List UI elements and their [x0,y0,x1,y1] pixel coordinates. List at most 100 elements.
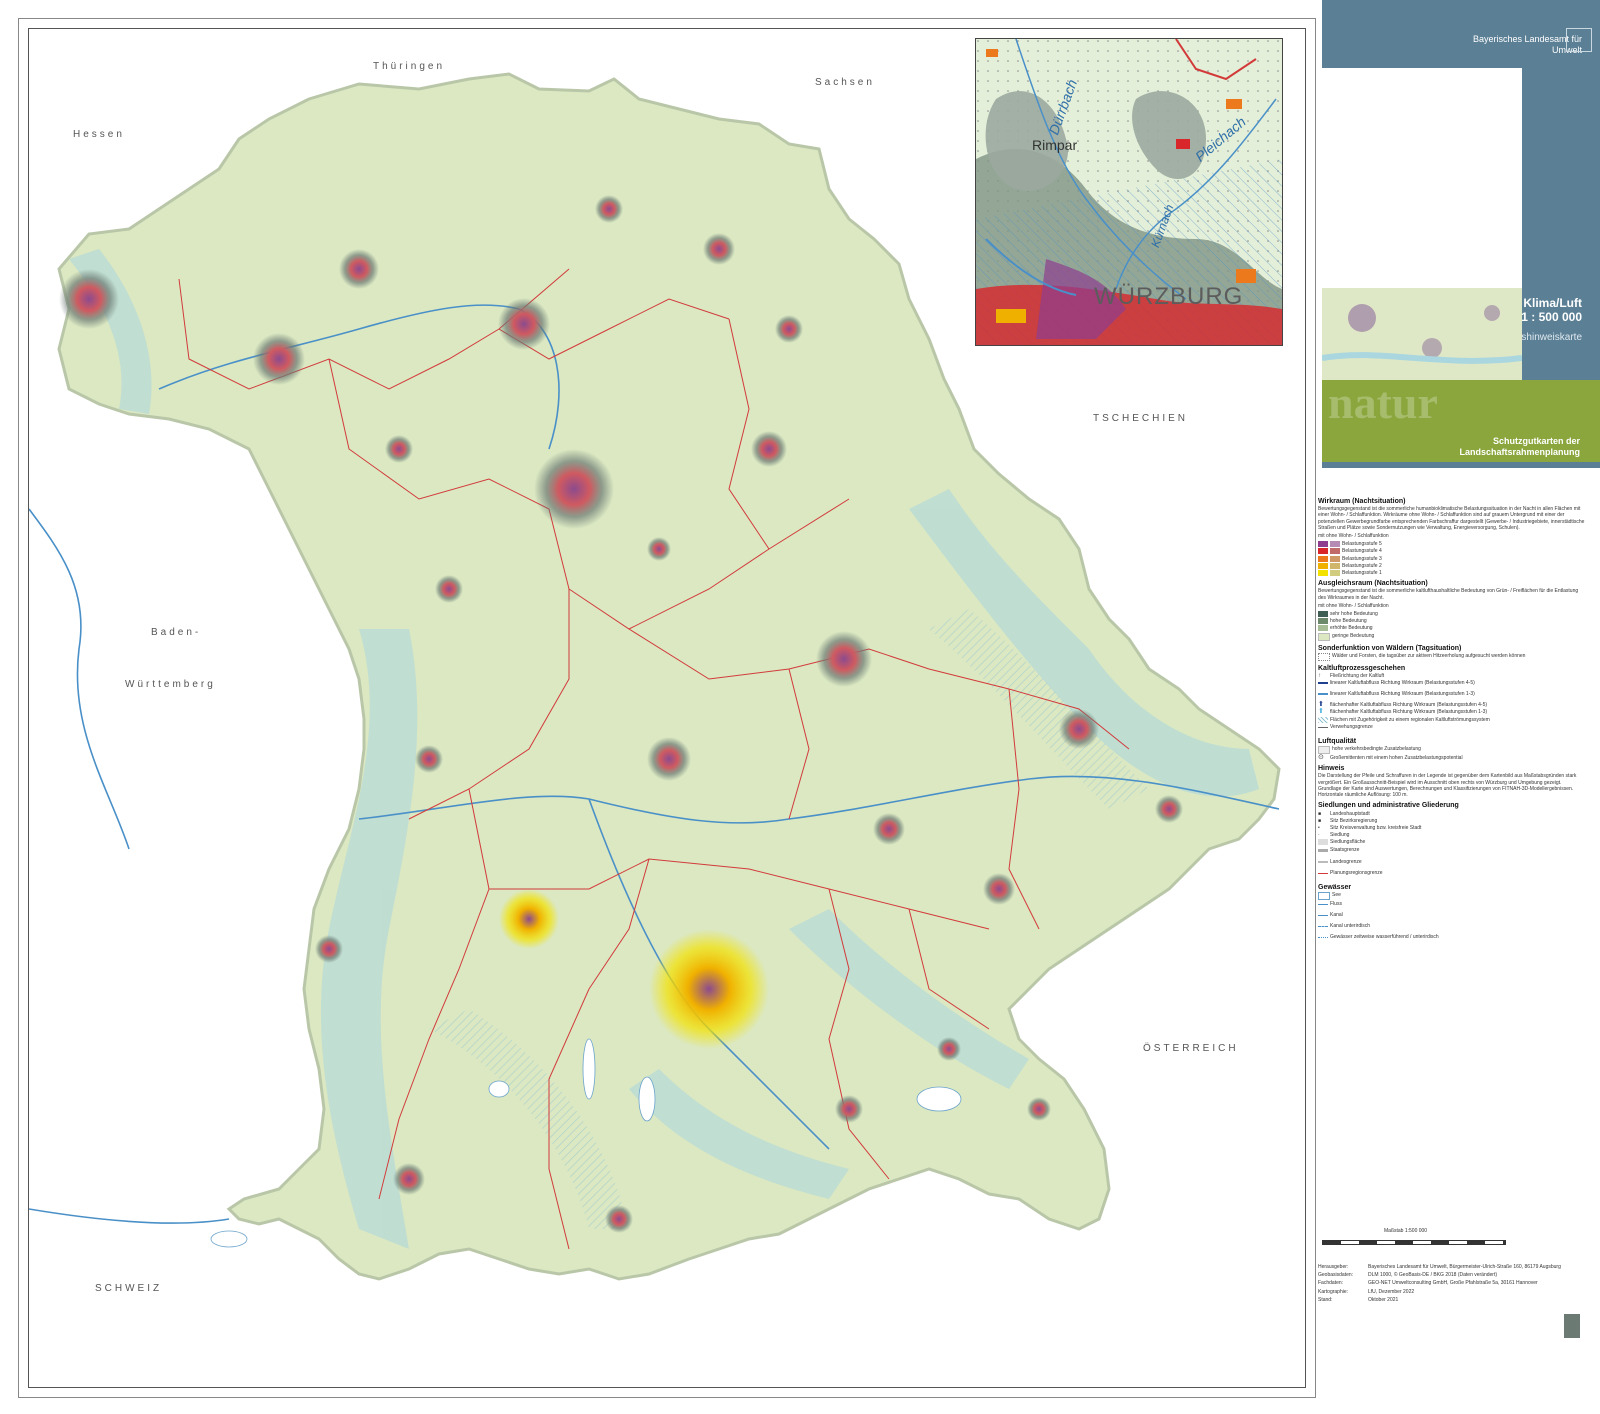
imprint-row: Kartographie: LfU, Dezember 2022 [1318,1289,1588,1295]
legend-wirkraum-desc: Bewertungsgegenstand ist die sommerliche… [1318,506,1585,531]
legend-swatch [1318,746,1330,755]
legend-swatch [1318,611,1328,618]
legend-ausgleich-item: erhöhte Bedeutung [1318,625,1586,632]
imprint-key: Geobasisdaten: [1318,1272,1354,1279]
thumbnail-strip [1322,288,1522,380]
legend-kaltluft-label: Fließrichtung der Kaltluft [1330,673,1385,680]
legend-kaltluft-item: Verwehungsgrenze [1318,724,1586,734]
legend-siedlung-title: Siedlungen und administrative Gliederung [1318,802,1459,810]
series-line-2: Landschaftsrahmenplanung [1459,447,1580,457]
inset-map-wuerzburg[interactable]: Dürrbach Pleichach Rimpar Kürnach WÜRZBU… [975,38,1283,346]
emitter-icon: ⊙ [1318,754,1324,762]
line-icon [1318,726,1328,734]
legend-siedlung-item: Landesgrenze [1318,859,1586,869]
line-icon [1318,903,1328,911]
series-word: natur [1328,377,1438,428]
legend-swatch [1318,652,1330,661]
line-icon [1318,848,1328,858]
legend-luft-label: hohe verkehrsbedingte Zusatzbelastung [1332,746,1421,753]
legend-kaltluft-item: ↑ Fließrichtung der Kaltluft [1318,673,1586,679]
line-icon [1318,872,1328,880]
imprint-key: Stand: [1318,1296,1333,1303]
legend-kaltluft-label: Verwehungsgrenze [1330,723,1373,730]
legend-siedlung-item: Planungsregionsgrenze [1318,870,1586,880]
legend-gewaesser-label: Kanal unterirdisch [1330,922,1371,929]
legend-wirkraum-item: Belastungsstufe 5 [1318,541,1586,548]
legend-swatch [1318,555,1328,562]
legend-wirkraum-item: Belastungsstufe 4 [1318,548,1586,555]
legend-ausgleich-header: mit ohne Wohn- / Schlaffunktion [1318,602,1389,609]
legend-swatch [1318,716,1328,723]
legend-hinweis-title: Hinweis [1318,765,1345,773]
legend-swatch [1330,555,1340,562]
legend-ausgleich-label: hohe Bedeutung [1330,618,1367,625]
legend-siedlung-label: Planungsregionsgrenze [1330,869,1383,876]
bavaria-crest-icon [1566,28,1592,52]
legend-wirkraum-label: Belastungsstufe 5 [1342,541,1382,548]
imprint-value: Bayerisches Landesamt für Umwelt, Bürger… [1368,1264,1561,1270]
legend-siedlung-label: Landeshauptstadt [1330,810,1370,817]
imprint-key: Herausgeber: [1318,1264,1349,1270]
legend-luft-item: hohe verkehrsbedingte Zusatzbelastung [1318,746,1586,755]
imprint-value: Oktober 2021 [1368,1296,1399,1303]
legend-kaltluft-item: linearer Kaltluftabfluss Richtung Wirkra… [1318,680,1586,690]
legend-gewaesser-label: Gewässer zeitweise wasserführend / unter… [1330,933,1439,940]
legend-luft-item: ⊙ Großemittenten mit einem hohen Zusatzbe… [1318,754,1586,762]
legend-gewaesser-item: Kanal unterirdisch [1318,923,1586,933]
dot-icon: • [1318,824,1320,831]
legend-swatch [1318,570,1328,577]
legend-gewaesser-label: See [1332,891,1341,898]
imprint-value: GEO-NET Umweltconsulting GmbH, Große Pfa… [1368,1280,1538,1287]
country-label-thueringen: Thüringen [373,61,446,72]
imprint: Herausgeber: Bayerisches Landesamt für Um… [1318,1264,1588,1338]
legend-kaltluft-title: Kaltluftprozessgeschehen [1318,664,1406,672]
country-label-baden: Baden- [151,627,202,638]
line-icon [1318,860,1328,869]
legend-siedlung-label: Sitz Kreisverwaltung bzw. kreisfreie Sta… [1330,824,1422,831]
legend-siedlung-item: Staatsgrenze [1318,847,1586,858]
legend-swatch [1330,548,1340,555]
legend-siedlung-item: • Sitz Kreisverwaltung bzw. kreisfreie St… [1318,825,1586,831]
legend-swatch [1330,541,1340,548]
legend-swatch [1318,839,1328,846]
imprint-key: Fachdaten: [1318,1280,1344,1287]
legend-wirkraum-label: Belastungsstufe 4 [1342,548,1382,555]
legend-kaltluft-item: ⬆ flächenhafter Kaltluftabfluss Richtung … [1318,701,1586,708]
imprint-row: Stand: Oktober 2021 [1318,1297,1588,1303]
legend-swatch [1318,891,1330,900]
legend-gewaesser-item: See [1318,891,1586,900]
imprint-row: Geobasisdaten: DLM 1000, © GeoBasis-DE / … [1318,1272,1588,1278]
legend-ausgleich-desc: Bewertungsgegenstand ist die sommerliche… [1318,588,1579,601]
legend-wald-title: Sonderfunktion von Wäldern (Tagsituation… [1318,644,1462,652]
legend-kaltluft-label: Flächen mit Zugehörigkeit zu einem regio… [1330,716,1490,723]
legend-wirkraum-item: Belastungsstufe 2 [1318,562,1586,569]
legend-kaltluft-label: flächenhafter Kaltluftabfluss Richtung W… [1330,709,1488,716]
series-title: Schutzgutkarten der Landschaftsrahmenpla… [1459,436,1580,458]
legend-siedlung-item: Siedlungsfläche [1318,839,1586,846]
series-band: natur Schutzgutkarten der Landschaftsrah… [1322,377,1600,462]
country-label-oesterreich: ÖSTERREICH [1143,1043,1239,1054]
square-icon: ■ [1318,817,1322,824]
block-arrow-icon: ⬆ [1318,708,1324,716]
legend-ausgleich-title: Ausgleichsraum (Nachtsituation) [1318,580,1428,588]
legend-gewaesser-item: Kanal [1318,912,1586,922]
line-arrow-icon [1318,682,1328,690]
legend-ausgleich-item: geringe Bedeutung [1318,632,1586,641]
line-icon [1318,925,1328,933]
legend-wald-item: Wälder und Forsten, die tagsüber zur akt… [1318,652,1586,661]
legend-kaltluft-label: linearer Kaltluftabfluss Richtung Wirkra… [1330,691,1475,698]
imprint-value: LfU, Dezember 2022 [1368,1288,1415,1295]
scale-bar [1322,1240,1506,1245]
legend-ausgleich-label: sehr hohe Bedeutung [1330,611,1378,618]
square-icon: ■ [1318,810,1322,817]
country-label-tschechien: TSCHECHIEN [1093,413,1189,424]
inset-label-rimpar: Rimpar [1032,137,1078,153]
line-icon [1318,936,1328,944]
legend-siedlung-label: Staatsgrenze [1330,846,1360,853]
imprint-row: Fachdaten: GEO-NET Umweltconsulting GmbH,… [1318,1280,1588,1286]
legend-gewaesser-item: Gewässer zeitweise wasserführend / unter… [1318,934,1586,944]
legend-wirkraum-header: mit ohne Wohn- / Schlaffunktion [1318,533,1389,540]
legend-kaltluft-item: Flächen mit Zugehörigkeit zu einem regio… [1318,716,1586,723]
legend-siedlung-item: ■ Sitz Bezirksregierung [1318,818,1586,824]
legend-kaltluft-label: linearer Kaltluftabfluss Richtung Wirkra… [1330,680,1475,687]
